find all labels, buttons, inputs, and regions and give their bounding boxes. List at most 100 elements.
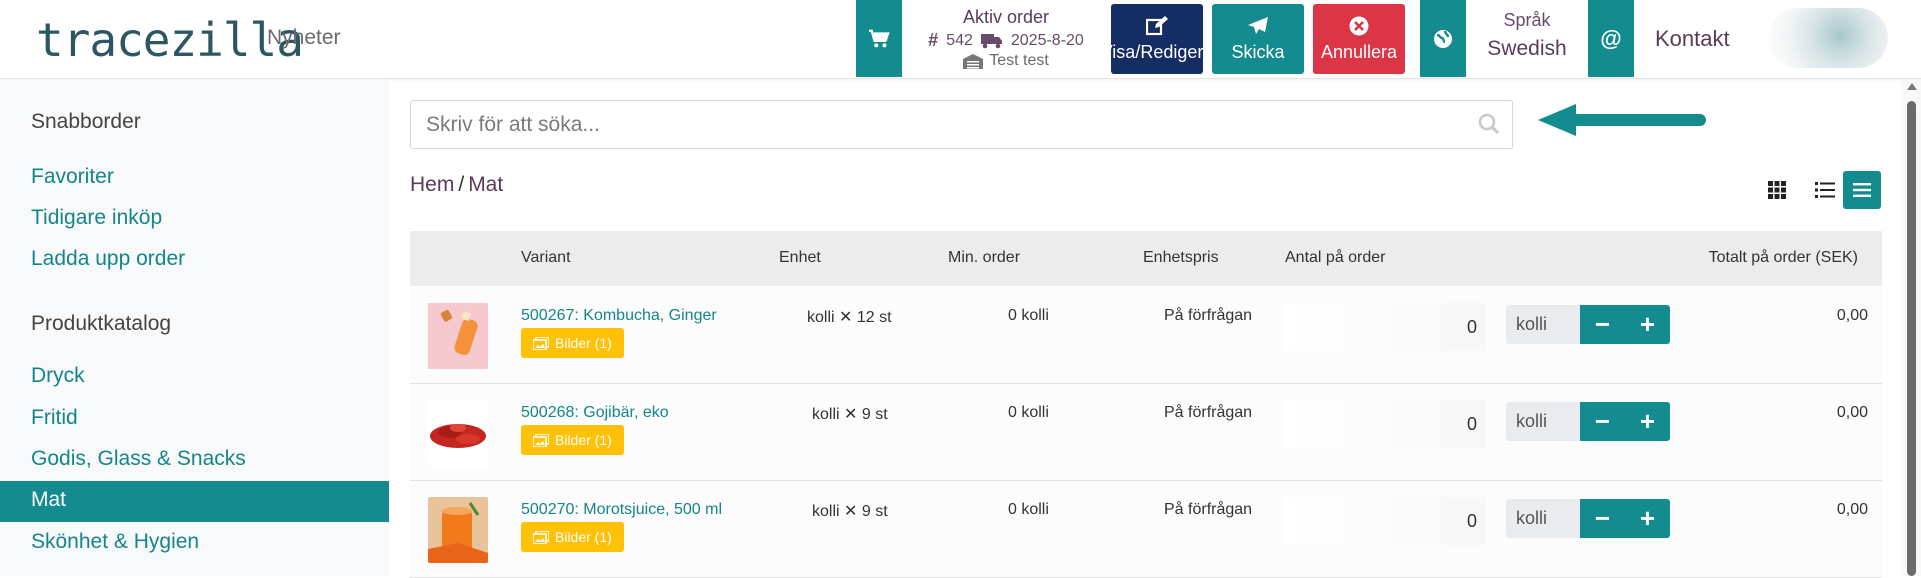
- table-row: 500268: Gojibär, eko Bilder (1) kolli ✕ …: [410, 384, 1882, 481]
- qty-input[interactable]: 0: [1467, 317, 1477, 338]
- sidebar-item-previous-purchases[interactable]: Tidigare inköp: [31, 206, 162, 230]
- product-link[interactable]: 500267: Kombucha, Ginger: [521, 307, 717, 325]
- search-icon[interactable]: [1478, 113, 1500, 135]
- row-total: 0,00: [1836, 307, 1868, 324]
- product-link[interactable]: 500268: Gojibär, eko: [521, 404, 669, 422]
- min-order-cell: 0 kolli: [1008, 307, 1049, 324]
- active-order-summary[interactable]: Aktiv order # 542 2025-8-20 Test test: [902, 0, 1110, 77]
- grid-view-button[interactable]: [1758, 171, 1796, 209]
- cart-icon: [869, 29, 890, 47]
- qty-unit-label: kolli: [1516, 314, 1548, 334]
- language-button[interactable]: [1420, 0, 1466, 77]
- order-number: 542: [946, 31, 973, 49]
- images-icon: [533, 530, 549, 544]
- unit-prefix: kolli: [807, 309, 835, 326]
- qty-background: [1285, 497, 1485, 545]
- send-order-button[interactable]: Skicka: [1212, 4, 1304, 74]
- hash-icon: #: [928, 30, 939, 50]
- qty-input[interactable]: 0: [1467, 511, 1477, 532]
- cancel-icon: [1349, 16, 1369, 35]
- scroll-up-icon[interactable]: [1907, 83, 1917, 90]
- column-unit[interactable]: Enhet: [779, 249, 821, 267]
- table-row: 500270: Morotsjuice, 500 ml Bilder (1) k…: [410, 481, 1882, 578]
- contact-link[interactable]: Kontakt: [1655, 26, 1730, 52]
- globe-icon: [1434, 29, 1452, 48]
- language-value: Swedish: [1487, 37, 1567, 60]
- product-thumbnail-kombucha[interactable]: [428, 303, 488, 369]
- grid-view-icon: [1768, 181, 1786, 199]
- contact-icon-button[interactable]: @: [1588, 0, 1634, 77]
- delivery-date: 2025-8-20: [1010, 31, 1084, 49]
- sidebar-heading-quick-order: Snabborder: [31, 110, 141, 133]
- product-link[interactable]: 500270: Morotsjuice, 500 ml: [521, 501, 722, 519]
- minus-icon: −: [1594, 309, 1611, 339]
- increase-qty-button[interactable]: +: [1625, 499, 1670, 538]
- sidebar-item-drinks[interactable]: Dryck: [31, 364, 85, 388]
- cart-button[interactable]: [856, 0, 902, 77]
- column-total-on-order[interactable]: Totalt på order (SEK): [1709, 249, 1858, 267]
- column-variant[interactable]: Variant: [521, 249, 571, 267]
- sidebar-item-favorites[interactable]: Favoriter: [31, 165, 114, 189]
- increase-qty-button[interactable]: +: [1625, 402, 1670, 441]
- search-bar: [410, 100, 1513, 149]
- decrease-qty-button[interactable]: −: [1580, 305, 1625, 344]
- sidebar-item-beauty-hygiene[interactable]: Skönhet & Hygien: [31, 530, 199, 554]
- unit-cell: kolli ✕ 9 st: [812, 501, 888, 521]
- breadcrumb-home[interactable]: Hem: [410, 173, 454, 196]
- images-button[interactable]: Bilder (1): [521, 522, 624, 552]
- images-button[interactable]: Bilder (1): [521, 328, 624, 358]
- unit-suffix: 9 st: [861, 503, 888, 520]
- decrease-qty-button[interactable]: −: [1580, 402, 1625, 441]
- cancel-order-label: Annullera: [1320, 41, 1398, 62]
- unit-suffix: 12 st: [856, 309, 892, 326]
- breadcrumb-current: Mat: [468, 173, 504, 196]
- unit-cell: kolli ✕ 9 st: [812, 404, 888, 424]
- sidebar-item-food[interactable]: Mat: [0, 481, 389, 522]
- truck-icon: [980, 33, 1002, 48]
- page-scrollbar[interactable]: [1902, 79, 1921, 576]
- rows-view-button[interactable]: [1843, 171, 1881, 209]
- avatar[interactable]: [1768, 8, 1888, 68]
- plus-icon: +: [1639, 309, 1656, 339]
- plus-icon: +: [1639, 406, 1656, 436]
- qty-unit-select[interactable]: kolli: [1506, 402, 1580, 441]
- times-icon: ✕: [844, 503, 858, 520]
- search-input[interactable]: [411, 101, 1451, 148]
- column-min-order[interactable]: Min. order: [948, 249, 1020, 267]
- qty-background: [1285, 400, 1485, 448]
- images-button[interactable]: Bilder (1): [521, 425, 624, 455]
- top-header: tracezilla Nyheter Aktiv order # 542 202…: [0, 0, 1921, 79]
- edit-order-label: Visa/Redigera: [1111, 41, 1203, 62]
- cancel-order-button[interactable]: Annullera: [1313, 4, 1405, 74]
- images-icon: [533, 433, 549, 447]
- product-thumbnail-gojiberry[interactable]: [428, 400, 488, 466]
- minus-icon: −: [1594, 406, 1611, 436]
- edit-order-button[interactable]: Visa/Redigera: [1111, 4, 1203, 74]
- times-icon: ✕: [839, 309, 853, 326]
- decrease-qty-button[interactable]: −: [1580, 499, 1625, 538]
- edit-icon: [1146, 15, 1168, 35]
- row-total: 0,00: [1836, 501, 1868, 518]
- scroll-thumb[interactable]: [1907, 101, 1916, 576]
- unit-prefix: kolli: [812, 503, 840, 520]
- sidebar: Snabborder Favoriter Tidigare inköp Ladd…: [0, 79, 389, 576]
- qty-input[interactable]: 0: [1467, 414, 1477, 435]
- column-unit-price[interactable]: Enhetspris: [1143, 249, 1219, 267]
- nav-news-link[interactable]: Nyheter: [267, 26, 341, 50]
- language-label: Språk: [1503, 10, 1551, 30]
- list-view-button[interactable]: [1806, 171, 1844, 209]
- logo[interactable]: tracezilla: [36, 12, 304, 68]
- minus-icon: −: [1594, 503, 1611, 533]
- sidebar-item-candy-snacks[interactable]: Godis, Glass & Snacks: [31, 447, 246, 471]
- sidebar-item-upload-order[interactable]: Ladda upp order: [31, 247, 185, 271]
- increase-qty-button[interactable]: +: [1625, 305, 1670, 344]
- sidebar-item-leisure[interactable]: Fritid: [31, 406, 78, 430]
- qty-unit-label: kolli: [1516, 411, 1548, 431]
- column-qty-on-order[interactable]: Antal på order: [1285, 249, 1386, 267]
- qty-unit-select[interactable]: kolli: [1506, 305, 1580, 344]
- active-order-title: Aktiv order: [962, 7, 1050, 27]
- product-thumbnail-carrot-juice[interactable]: [428, 497, 488, 563]
- unit-suffix: 9 st: [861, 406, 888, 423]
- language-selector[interactable]: Språk Swedish: [1466, 10, 1588, 61]
- qty-unit-select[interactable]: kolli: [1506, 499, 1580, 538]
